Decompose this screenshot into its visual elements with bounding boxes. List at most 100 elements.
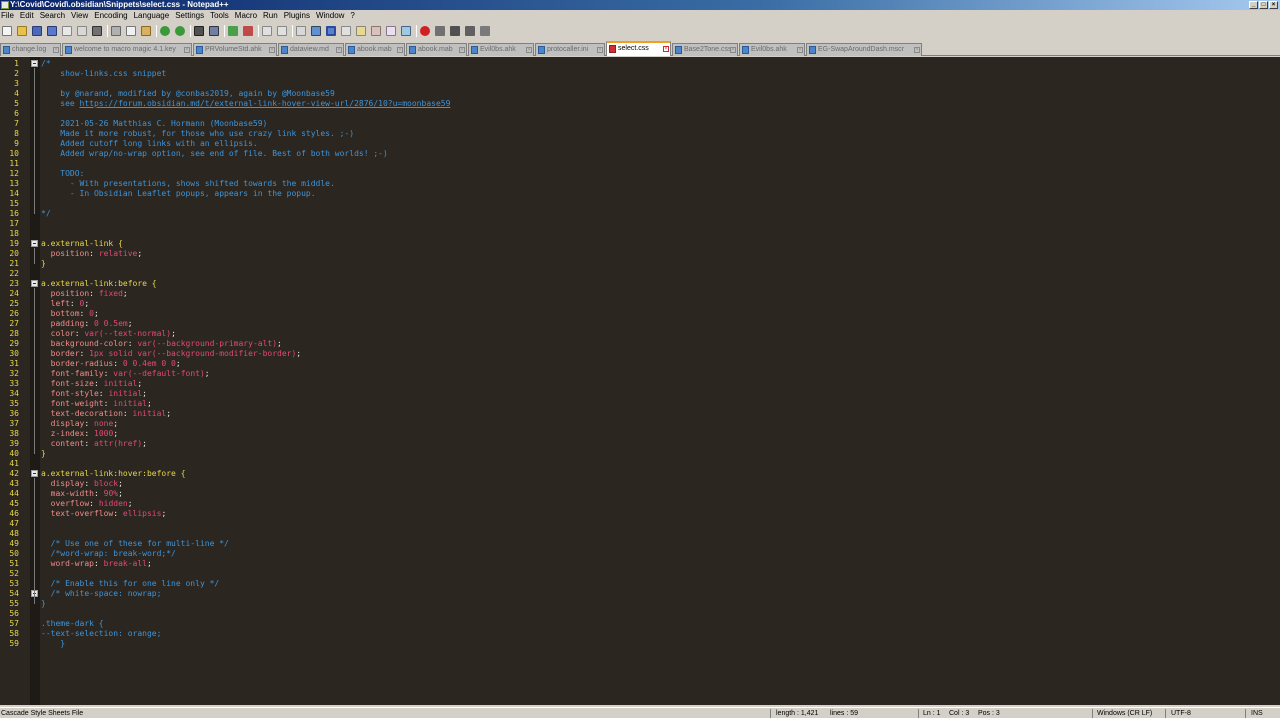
line-number: 9 — [14, 139, 19, 148]
menu-language[interactable]: Language — [131, 10, 173, 22]
copy-icon[interactable] — [126, 26, 136, 36]
fold-toggle-icon[interactable] — [31, 60, 38, 67]
close-file-icon[interactable] — [62, 26, 72, 36]
code-line: 12 TODO: — [0, 169, 1280, 179]
tab-close-icon[interactable]: × — [797, 47, 803, 53]
sync-horizontal-icon[interactable] — [277, 26, 287, 36]
minimize-button[interactable]: _ — [1249, 1, 1258, 9]
code-text: show-links.css snippet — [41, 69, 167, 78]
cut-icon[interactable] — [111, 26, 121, 36]
menu-tools[interactable]: Tools — [207, 10, 232, 22]
tab-8[interactable]: select.css × — [606, 41, 671, 56]
zoom-in-icon[interactable] — [228, 26, 238, 36]
save-all-icon[interactable] — [47, 26, 57, 36]
tab-close-icon[interactable]: × — [269, 47, 275, 53]
line-number: 46 — [9, 509, 19, 518]
close-button[interactable]: × — [1269, 1, 1278, 9]
close-all-icon[interactable] — [77, 26, 87, 36]
line-number: 15 — [9, 199, 19, 208]
line-number: 57 — [9, 619, 19, 628]
code-text: font-size: initial; — [41, 379, 143, 388]
tab-close-icon[interactable]: × — [526, 47, 532, 53]
tab-10[interactable]: Evil0bs.ahk × — [739, 43, 805, 56]
code-line: 55} — [0, 599, 1280, 609]
tab-0[interactable]: change.log × — [0, 43, 61, 56]
menu-edit[interactable]: Edit — [17, 10, 37, 22]
menu-view[interactable]: View — [68, 10, 91, 22]
menu-settings[interactable]: Settings — [172, 10, 207, 22]
menu-run[interactable]: Run — [260, 10, 281, 22]
tab-4[interactable]: abook.mab × — [345, 43, 405, 56]
document-map-icon[interactable] — [356, 26, 366, 36]
save-icon[interactable] — [32, 26, 42, 36]
tab-close-icon[interactable]: × — [914, 47, 920, 53]
menu-file[interactable]: File — [0, 10, 17, 22]
run-macro-multiple-icon[interactable] — [465, 26, 475, 36]
tab-11[interactable]: EG-SwapAroundDash.mscr × — [806, 43, 922, 56]
indent-guide-icon[interactable] — [326, 26, 336, 36]
tab-close-icon[interactable]: × — [459, 47, 465, 53]
sync-vertical-icon[interactable] — [262, 26, 272, 36]
code-line: 38 z-index: 1000; — [0, 429, 1280, 439]
fold-toggle-icon[interactable] — [31, 240, 38, 247]
tab-6[interactable]: Evil0bs.ahk × — [468, 43, 534, 56]
menu-encoding[interactable]: Encoding — [91, 10, 130, 22]
menu-macro[interactable]: Macro — [232, 10, 260, 22]
folder-as-workspace-icon[interactable] — [386, 26, 396, 36]
redo-icon[interactable] — [175, 26, 185, 36]
tab-3[interactable]: dataview.md × — [278, 43, 344, 56]
line-number: 55 — [9, 599, 19, 608]
tab-9[interactable]: Base2Tone.css × — [672, 43, 738, 56]
line-number: 12 — [9, 169, 19, 178]
line-number: 58 — [9, 629, 19, 638]
tab-close-icon[interactable]: × — [184, 47, 190, 53]
save-macro-icon[interactable] — [480, 26, 490, 36]
tab-close-icon[interactable]: × — [597, 47, 603, 53]
new-file-icon[interactable] — [2, 26, 12, 36]
find-icon[interactable] — [194, 26, 204, 36]
tab-7[interactable]: protocaller.ini × — [535, 43, 605, 56]
tab-close-icon[interactable]: × — [53, 47, 59, 53]
line-number: 36 — [9, 409, 19, 418]
code-text: display: none; — [41, 419, 119, 428]
tab-close-icon[interactable]: × — [663, 46, 669, 52]
record-macro-icon[interactable] — [420, 26, 430, 36]
menu-window[interactable]: Window — [313, 10, 347, 22]
code-editor[interactable]: 1/* 2 show-links.css snippet 3 4 by @narand… — [0, 57, 1280, 705]
line-number: 40 — [9, 449, 19, 458]
status-insert-mode: INS — [1251, 710, 1263, 717]
stop-recording-icon[interactable] — [435, 26, 445, 36]
code-line: 24 position: fixed; — [0, 289, 1280, 299]
menu-search[interactable]: Search — [37, 10, 68, 22]
word-wrap-icon[interactable] — [296, 26, 306, 36]
menu-help[interactable]: ? — [347, 10, 357, 22]
monitoring-icon[interactable] — [401, 26, 411, 36]
playback-macro-icon[interactable] — [450, 26, 460, 36]
open-file-icon[interactable] — [17, 26, 27, 36]
undo-icon[interactable] — [160, 26, 170, 36]
show-all-characters-icon[interactable] — [311, 26, 321, 36]
fold-toggle-icon[interactable] — [31, 470, 38, 477]
tab-close-icon[interactable]: × — [397, 47, 403, 53]
user-language-icon[interactable] — [341, 26, 351, 36]
tab-close-icon[interactable]: × — [730, 47, 736, 53]
toolbar-separator — [107, 25, 108, 37]
tab-5[interactable]: abook.mab × — [406, 43, 467, 56]
print-icon[interactable] — [92, 26, 102, 36]
function-list-icon[interactable] — [371, 26, 381, 36]
line-number: 54 — [9, 589, 19, 598]
paste-icon[interactable] — [141, 26, 151, 36]
tab-1[interactable]: welcome to macro magic 4.1.key × — [62, 43, 192, 56]
code-text: position: relative; — [41, 249, 143, 258]
code-text: content: attr(href); — [41, 439, 147, 448]
code-line: 16 */ — [0, 209, 1280, 219]
maximize-button[interactable]: □ — [1259, 1, 1268, 9]
zoom-out-icon[interactable] — [243, 26, 253, 36]
tab-2[interactable]: PRVolumeStd.ahk × — [193, 43, 277, 56]
replace-icon[interactable] — [209, 26, 219, 36]
fold-toggle-icon[interactable] — [31, 280, 38, 287]
code-text: see https://forum.obsidian.md/t/external… — [41, 99, 451, 108]
file-icon — [742, 46, 749, 54]
menu-plugins[interactable]: Plugins — [281, 10, 313, 22]
tab-close-icon[interactable]: × — [336, 47, 342, 53]
